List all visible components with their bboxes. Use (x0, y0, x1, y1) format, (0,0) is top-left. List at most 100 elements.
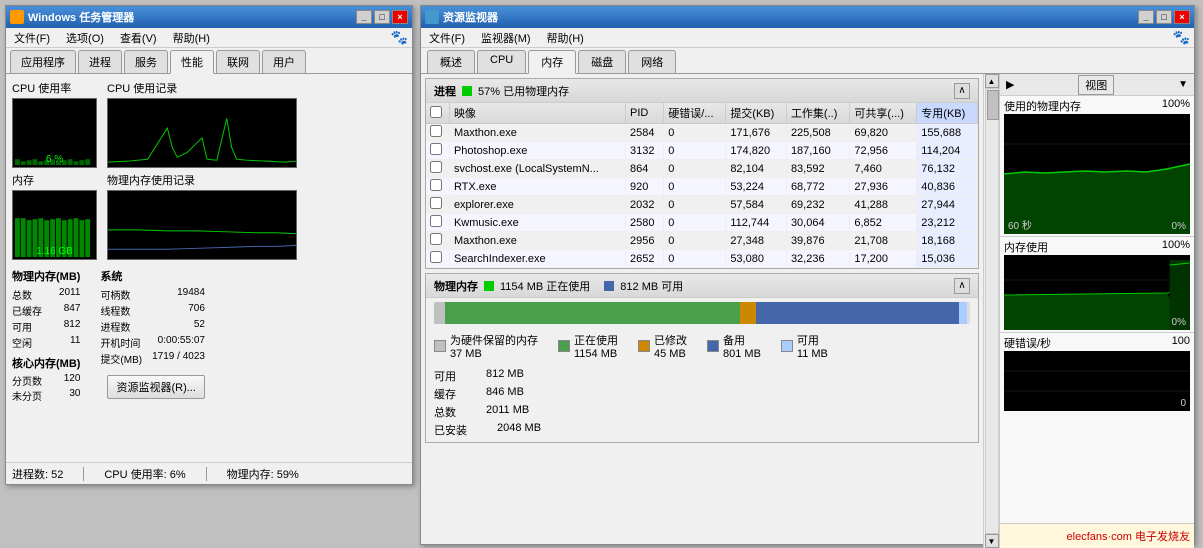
phys-mem-collapse-button[interactable]: ∧ (954, 278, 970, 294)
menu-help[interactable]: 帮助(H) (169, 29, 214, 47)
row-checkbox-4[interactable] (430, 197, 442, 209)
table-row[interactable]: RTX.exe 920 0 53,224 68,772 27,936 40,83… (426, 178, 978, 196)
resmon-maximize-button[interactable]: □ (1156, 10, 1172, 24)
main-scrollbar[interactable]: ▲ ▼ (983, 74, 999, 548)
resmon-close-button[interactable]: × (1174, 10, 1190, 24)
resmon-minimize-button[interactable]: _ (1138, 10, 1154, 24)
row-image: Maxthon.exe (449, 232, 625, 250)
view-button[interactable]: 视图 (1078, 75, 1114, 95)
table-row[interactable]: SearchIndexer.exe 2652 0 53,080 32,236 1… (426, 250, 978, 268)
chart3-bottom-right: 0 (1180, 398, 1186, 409)
tab-performance[interactable]: 性能 (170, 50, 214, 74)
row-hard-fault: 0 (664, 178, 726, 196)
row-hard-fault: 0 (664, 124, 726, 142)
maximize-button[interactable]: □ (374, 10, 390, 24)
resmon-tab-cpu[interactable]: CPU (477, 50, 526, 73)
row-checkbox-2[interactable] (430, 161, 442, 173)
stat-paged: 分页数 120 (12, 373, 80, 388)
menu-file[interactable]: 文件(F) (10, 29, 54, 47)
row-checkbox-7[interactable] (430, 251, 442, 263)
status-divider-2 (206, 467, 207, 481)
col-image[interactable]: 映像 (449, 103, 625, 124)
legend-free-text: 可用 (797, 332, 828, 348)
minimize-button[interactable]: _ (356, 10, 372, 24)
row-checkbox-6[interactable] (430, 233, 442, 245)
row-checkbox-1[interactable] (430, 143, 442, 155)
tab-networking[interactable]: 联网 (216, 50, 260, 73)
status-divider-1 (83, 467, 84, 481)
resmon-right-panel: ▶ 视图 ▼ 使用的物理内存 100% (999, 74, 1194, 548)
stat-threads-label: 线程数 (100, 303, 130, 318)
scroll-up-arrow[interactable]: ▲ (985, 74, 999, 88)
col-commit[interactable]: 提交(KB) (726, 103, 787, 124)
process-collapse-button[interactable]: ∧ (954, 83, 970, 99)
scroll-track[interactable] (985, 88, 999, 534)
table-row[interactable]: svchost.exe (LocalSystemN... 864 0 82,10… (426, 160, 978, 178)
chart3-title: 硬错误/秒 (1004, 335, 1051, 351)
legend-inuse-text: 正在使用 (574, 332, 618, 348)
resmon-tab-memory[interactable]: 内存 (528, 50, 576, 74)
row-checkbox-cell (426, 250, 449, 268)
row-checkbox-cell (426, 142, 449, 160)
tab-applications[interactable]: 应用程序 (10, 50, 76, 73)
row-shareable: 7,460 (850, 160, 917, 178)
col-pid[interactable]: PID (625, 103, 663, 124)
resmon-tab-overview[interactable]: 概述 (427, 50, 475, 73)
close-button[interactable]: × (392, 10, 408, 24)
table-row[interactable]: Photoshop.exe 3132 0 174,820 187,160 72,… (426, 142, 978, 160)
legend-inuse-value: 1154 MB (574, 348, 618, 360)
taskman-tabs: 应用程序 进程 服务 性能 联网 用户 (6, 48, 412, 74)
resmon-tab-network[interactable]: 网络 (628, 50, 676, 73)
resmon-menu-help[interactable]: 帮助(H) (543, 29, 588, 47)
tab-users[interactable]: 用户 (262, 50, 306, 73)
stat-paged-value: 120 (64, 373, 81, 388)
chart1-bottom-left: 60 秒 (1008, 217, 1032, 232)
stat-commit-label: 提交(MB) (100, 351, 142, 366)
cpu-history-group: CPU 使用记录 (107, 80, 297, 168)
row-working: 83,592 (786, 160, 849, 178)
row-checkbox-5[interactable] (430, 215, 442, 227)
resmon-tabs: 概述 CPU 内存 磁盘 网络 (421, 48, 1194, 74)
legend-standby: 备用 801 MB (707, 332, 761, 360)
phys-mem-dot (484, 281, 494, 291)
menu-options[interactable]: 选项(O) (62, 29, 108, 47)
row-private: 23,212 (917, 214, 978, 232)
view-dropdown-icon[interactable]: ▼ (1178, 79, 1188, 90)
memory-monitors-row: 内存 (12, 172, 406, 260)
col-working[interactable]: 工作集(..) (786, 103, 849, 124)
row-checkbox-0[interactable] (430, 125, 442, 137)
scroll-thumb[interactable] (987, 90, 999, 120)
table-row[interactable]: Maxthon.exe 2584 0 171,676 225,508 69,82… (426, 124, 978, 142)
tab-processes[interactable]: 进程 (78, 50, 122, 73)
col-shareable[interactable]: 可共享(...) (850, 103, 917, 124)
core-memory-title: 核心内存(MB) (12, 355, 80, 371)
table-row[interactable]: explorer.exe 2032 0 57,584 69,232 41,288… (426, 196, 978, 214)
system-title: 系统 (100, 268, 205, 284)
row-image: SearchIndexer.exe (449, 250, 625, 268)
resmon-menubar: 文件(F) 监视器(M) 帮助(H) 🐾 (421, 28, 1194, 48)
taskman-content: CPU 使用率 (6, 74, 412, 466)
resmon-menu-file[interactable]: 文件(F) (425, 29, 469, 47)
stats-section: 物理内存(MB) 总数 2011 已缓存 847 可用 812 空闲 11 (12, 268, 406, 403)
memory-history-label: 物理内存使用记录 (107, 172, 297, 188)
resource-monitor-button[interactable]: 资源监视器(R)... (107, 375, 204, 399)
tab-services[interactable]: 服务 (124, 50, 168, 73)
memory-usage-graph: 1.16 GB (12, 190, 97, 260)
cpu-usage-text: 6 % (46, 154, 63, 165)
scroll-down-arrow[interactable]: ▼ (985, 534, 999, 548)
table-row[interactable]: Maxthon.exe 2956 0 27,348 39,876 21,708 … (426, 232, 978, 250)
col-hard-fault[interactable]: 硬错误/... (664, 103, 726, 124)
row-checkbox-3[interactable] (430, 179, 442, 191)
resmon-tab-disk[interactable]: 磁盘 (578, 50, 626, 73)
select-all-checkbox[interactable] (430, 106, 442, 118)
row-checkbox-cell (426, 124, 449, 142)
table-row[interactable]: Kwmusic.exe 2580 0 112,744 30,064 6,852 … (426, 214, 978, 232)
mem-standby-seg (756, 302, 960, 324)
resmon-icon (425, 10, 439, 24)
row-image: explorer.exe (449, 196, 625, 214)
col-private[interactable]: 专用(KB) (917, 103, 978, 124)
stat-handles: 可柄数 19484 (100, 287, 205, 302)
resmon-menu-monitor[interactable]: 监视器(M) (477, 29, 535, 47)
menu-view[interactable]: 查看(V) (116, 29, 161, 47)
stat-paged-label: 分页数 (12, 373, 42, 388)
